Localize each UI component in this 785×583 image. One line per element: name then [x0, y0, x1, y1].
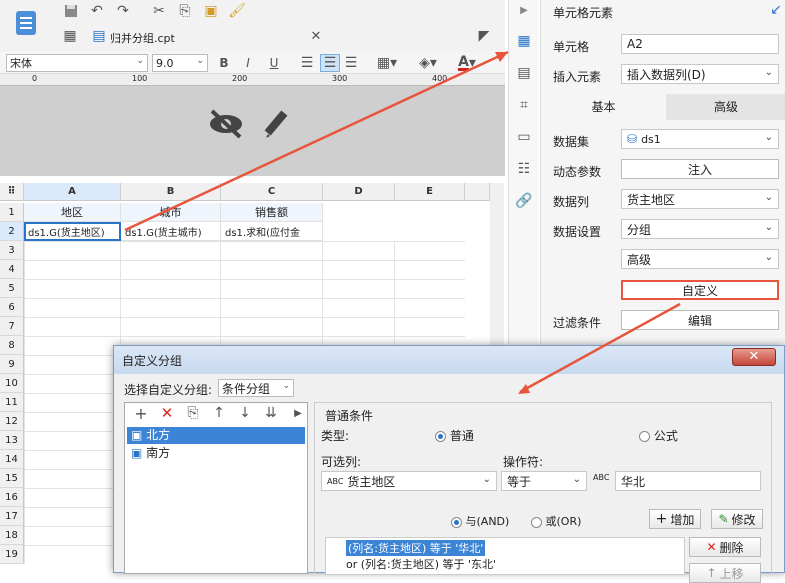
arrow-head: [518, 384, 530, 394]
annotation-arrows: [124, 50, 681, 394]
arrow-button-to-dialog: [519, 302, 681, 394]
arrow-cell-to-panel: [124, 50, 509, 232]
